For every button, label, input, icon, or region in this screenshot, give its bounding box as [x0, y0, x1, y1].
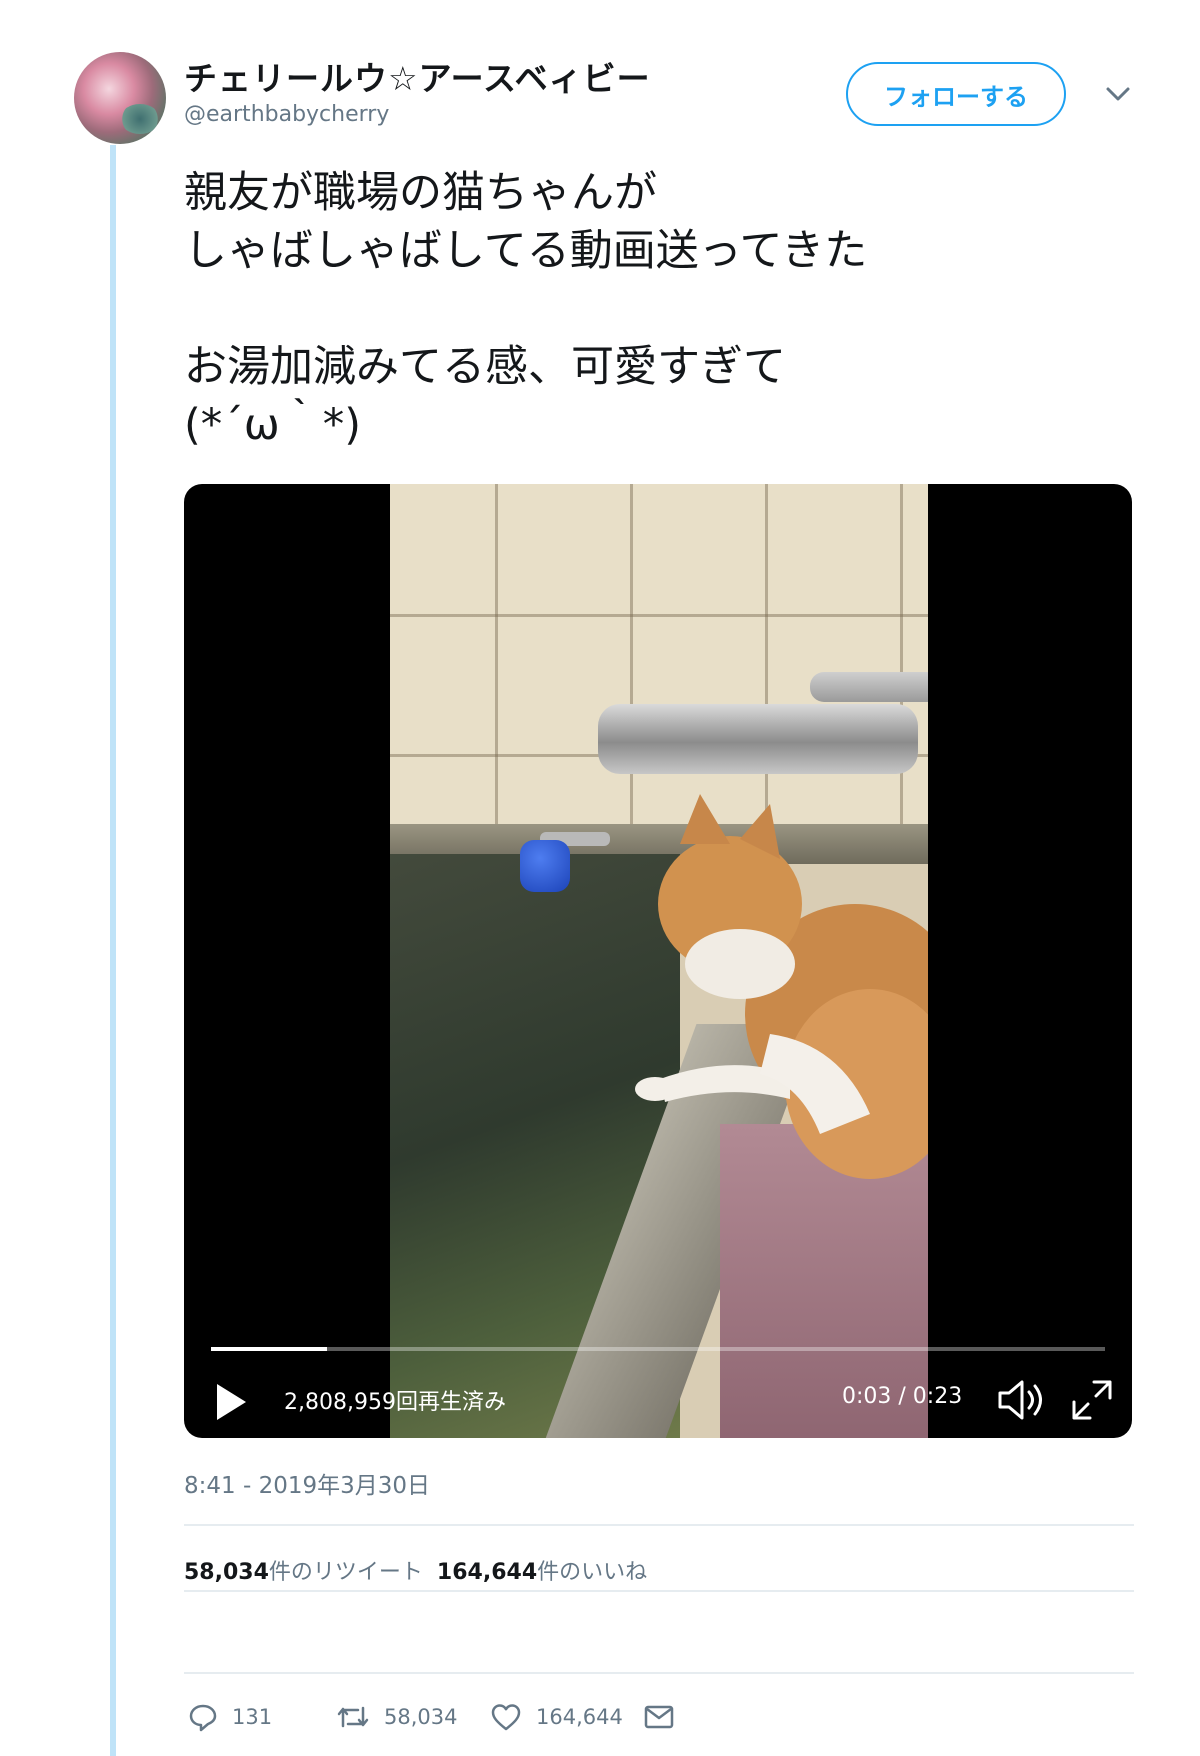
likes-label: 件のいいね — [537, 1560, 648, 1585]
faucet-pipe — [598, 704, 918, 774]
tweet-text-line: (*´ω｀*) — [184, 400, 362, 450]
retweet-icon — [337, 1706, 369, 1728]
retweets-count: 58,034 — [184, 1560, 269, 1585]
like-button[interactable]: 164,644 — [490, 1700, 623, 1734]
cat-image — [635, 794, 928, 1179]
divider — [184, 1524, 1134, 1526]
video-progress-fill — [211, 1347, 328, 1351]
tweet-stats: 58,034件のリツイート 164,644件のいいね — [184, 1554, 647, 1586]
chevron-down-icon[interactable] — [1104, 84, 1132, 104]
avatar[interactable] — [74, 52, 166, 144]
fullscreen-icon[interactable] — [1070, 1378, 1114, 1422]
retweet-button[interactable]: 58,034 — [336, 1700, 457, 1734]
retweets-label: 件のリツイート — [268, 1560, 423, 1585]
envelope-icon — [644, 1705, 674, 1729]
direct-message-button[interactable] — [644, 1700, 688, 1734]
reply-icon — [189, 1704, 217, 1732]
volume-icon[interactable] — [996, 1378, 1048, 1422]
reply-button[interactable]: 131 — [188, 1700, 272, 1734]
blue-tap — [520, 840, 570, 892]
tweet-text: 親友が職場の猫ちゃんが しゃばしゃばしてる動画送ってきた お湯加減みてる感、可愛… — [184, 164, 1124, 454]
video-progress-bar[interactable] — [211, 1347, 1105, 1351]
user-handle[interactable]: @earthbabycherry — [184, 102, 389, 127]
view-count: 2,808,959回再生済み — [284, 1390, 506, 1415]
tweet-text-gap — [184, 280, 1124, 338]
play-icon[interactable] — [214, 1382, 248, 1422]
retweet-count: 58,034 — [384, 1705, 458, 1729]
video-time: 0:03 / 0:23 — [842, 1384, 963, 1409]
video-player[interactable]: 2,808,959回再生済み 0:03 / 0:23 — [184, 484, 1132, 1438]
reply-count: 131 — [232, 1705, 273, 1729]
heart-icon — [491, 1704, 521, 1731]
tweet-timestamp[interactable]: 8:41 - 2019年3月30日 — [184, 1466, 430, 1500]
tweet-text-line: 親友が職場の猫ちゃんが — [184, 168, 657, 218]
tweet-text-line: しゃばしゃばしてる動画送ってきた — [184, 226, 868, 276]
likes-stat[interactable]: 164,644件のいいね — [437, 1560, 647, 1585]
retweets-stat[interactable]: 58,034件のリツイート — [184, 1560, 423, 1585]
display-name[interactable]: チェリールウ☆アースベィビー — [184, 52, 651, 100]
thread-line — [110, 145, 116, 1756]
likes-count: 164,644 — [436, 1560, 538, 1585]
follow-button[interactable]: フォローする — [846, 62, 1066, 126]
pipe-top — [810, 672, 928, 702]
reply-box[interactable] — [184, 1590, 1134, 1674]
video-frame[interactable] — [390, 484, 928, 1438]
like-count: 164,644 — [536, 1705, 623, 1729]
tweet-text-line: お湯加減みてる感、可愛すぎて — [184, 342, 786, 392]
